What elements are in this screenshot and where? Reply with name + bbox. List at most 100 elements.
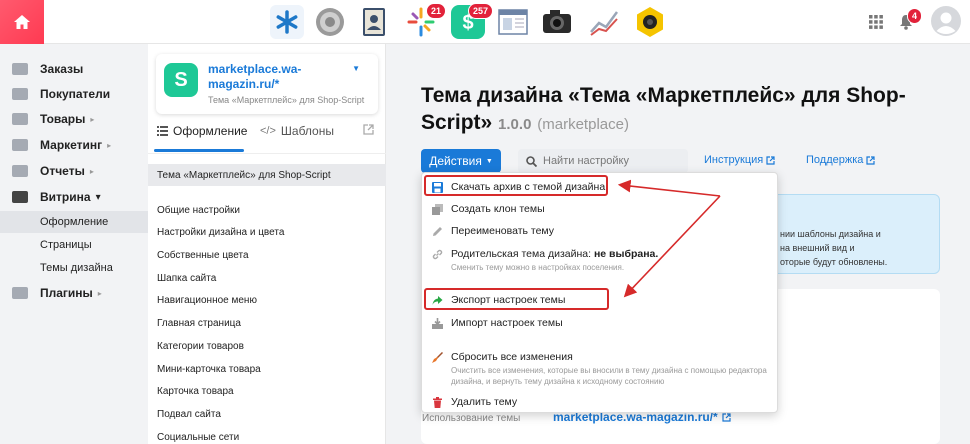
menu-item-label: Скачать архив с темой дизайна: [451, 181, 606, 193]
tab-label: Оформление: [173, 124, 248, 138]
menu-item-delete-theme[interactable]: Удалить тему: [422, 391, 779, 413]
orders-icon: [12, 63, 28, 75]
nav-item-plugins[interactable]: Плагины ▸: [0, 282, 148, 304]
settings-list-item[interactable]: Социальные сети: [157, 432, 239, 443]
sparkle-app-icon[interactable]: 21: [404, 3, 446, 39]
external-link-icon: [722, 412, 731, 422]
settings-list-item[interactable]: Настройки дизайна и цвета: [157, 227, 284, 238]
parent-value: не выбрана.: [593, 248, 659, 260]
app-badge: 21: [425, 3, 446, 19]
settings-sidebar: S marketplace.wa-magazin.ru/* Тема «Марк…: [148, 44, 386, 444]
tab-design[interactable]: Оформление: [157, 124, 247, 138]
site-name: marketplace.wa-magazin.ru/*: [208, 62, 302, 91]
nav-item-label: Заказы: [40, 62, 84, 76]
menu-item-label: Импорт настроек темы: [451, 317, 563, 329]
gear-app-icon[interactable]: [313, 5, 347, 39]
save-icon: [432, 181, 443, 193]
nav-item-customers[interactable]: Покупатели: [0, 83, 148, 105]
shop-app-icon[interactable]: $ 257: [451, 3, 493, 39]
tab-label: Шаблоны: [280, 124, 334, 138]
search-placeholder: Найти настройку: [543, 155, 629, 167]
settings-list-item[interactable]: Мини-карточка товара: [157, 364, 261, 375]
menu-item-label: Удалить тему: [451, 396, 518, 408]
info-line: нии шаблоны дизайна и: [780, 229, 881, 239]
settings-search-input[interactable]: Найти настройку: [518, 149, 688, 173]
share-arrow-icon: [432, 295, 443, 306]
nav-item-storefront[interactable]: Витрина ▾: [0, 186, 148, 208]
external-link-icon[interactable]: [363, 124, 374, 135]
chart-app-icon[interactable]: [587, 5, 621, 39]
theme-usage-label: Использование темы: [422, 413, 521, 424]
code-icon: </>: [260, 125, 276, 137]
contacts-app-icon[interactable]: [357, 5, 391, 39]
support-link[interactable]: Поддержка: [806, 154, 875, 166]
menu-item-label: Экспорт настроек темы: [451, 294, 566, 306]
nav-item-label: Витрина: [40, 190, 91, 204]
nav-item-label: Покупатели: [40, 87, 111, 101]
settings-list-item[interactable]: Карточка товара: [157, 386, 234, 397]
subnav-item-design[interactable]: Оформление: [0, 211, 148, 233]
caret-right-icon: ▸: [97, 288, 102, 298]
notifications-bell-icon[interactable]: 4: [899, 8, 922, 35]
copy-icon: [432, 203, 443, 215]
caret-down-icon: ▾: [95, 191, 101, 203]
broom-icon: [432, 351, 443, 363]
asterisk-app-icon[interactable]: [270, 5, 304, 39]
webcam-app-icon[interactable]: [633, 5, 667, 39]
settings-list-item[interactable]: Шапка сайта: [157, 273, 216, 284]
settings-list-item[interactable]: Навигационное меню: [157, 295, 257, 306]
settings-list-item[interactable]: Общие настройки: [157, 205, 240, 216]
camera-app-icon[interactable]: [540, 5, 574, 39]
settings-list-item[interactable]: Подвал сайта: [157, 409, 221, 420]
settings-list-item[interactable]: Главная страница: [157, 318, 241, 329]
apps-grid-icon[interactable]: [869, 15, 883, 34]
site-logo: S: [164, 63, 198, 97]
info-line: на внешний вид и: [780, 243, 855, 253]
nav-item-label: Отчеты: [40, 164, 85, 178]
site-selector[interactable]: S marketplace.wa-magazin.ru/* Тема «Марк…: [156, 54, 378, 114]
subnav-item-pages[interactable]: Страницы: [0, 234, 148, 256]
products-icon: [12, 113, 28, 125]
nav-item-marketing[interactable]: Маркетинг ▸: [0, 134, 148, 156]
instruction-link[interactable]: Инструкция: [704, 154, 775, 166]
tab-templates[interactable]: </> Шаблоны: [260, 124, 334, 138]
menu-item-download-archive[interactable]: Скачать архив с темой дизайна: [422, 176, 779, 198]
nav-item-label: Плагины: [40, 286, 93, 300]
selected-theme-item[interactable]: Тема «Маркетплейс» для Shop-Script: [148, 164, 386, 186]
subnav-label: Страницы: [40, 239, 92, 251]
subnav-item-themes[interactable]: Темы дизайна: [0, 257, 148, 279]
settings-list-item[interactable]: Категории товаров: [157, 341, 244, 352]
menu-item-label: Создать клон темы: [451, 203, 545, 215]
avatar[interactable]: [931, 6, 961, 41]
actions-label: Действия: [429, 154, 482, 168]
actions-dropdown-button[interactable]: Действия ▼: [421, 149, 501, 173]
theme-id: (marketplace): [537, 116, 629, 133]
marketing-icon: [12, 139, 28, 151]
page-title: Тема дизайна «Тема «Маркетплейс» для Sho…: [421, 82, 941, 138]
home-button[interactable]: [0, 0, 44, 44]
storefront-icon: [12, 191, 28, 203]
nav-item-products[interactable]: Товары ▸: [0, 108, 148, 130]
menu-item-rename-theme[interactable]: Переименовать тему: [422, 220, 779, 242]
settings-list-item[interactable]: Собственные цвета: [157, 250, 249, 261]
subnav-label: Оформление: [40, 216, 109, 228]
site-theme-subtitle: Тема «Маркетплейс» для Shop-Script: [208, 95, 365, 105]
menu-item-import-settings[interactable]: Импорт настроек темы: [422, 312, 779, 334]
nav-item-reports[interactable]: Отчеты ▸: [0, 160, 148, 182]
menu-item-export-settings[interactable]: Экспорт настроек темы: [422, 289, 779, 311]
info-notice: нии шаблоны дизайна и на внешний вид и о…: [767, 194, 940, 274]
menu-item-clone-theme[interactable]: Создать клон темы: [422, 198, 779, 220]
parent-theme-note: Сменить тему можно в настройках поселени…: [451, 263, 625, 272]
support-label: Поддержка: [806, 154, 864, 166]
customers-icon: [12, 88, 28, 100]
app-badge: 257: [467, 3, 493, 19]
actions-dropdown-menu: Скачать архив с темой дизайна Создать кл…: [421, 172, 778, 413]
nav-item-orders[interactable]: Заказы: [0, 58, 148, 80]
caret-right-icon: ▸: [107, 140, 112, 150]
nav-item-label: Маркетинг: [40, 138, 103, 152]
info-line: оторые будут обновлены.: [780, 257, 888, 267]
site-app-icon[interactable]: [496, 5, 530, 39]
plugins-icon: [12, 287, 28, 299]
chevron-down-icon: ▼: [485, 157, 493, 165]
reports-icon: [12, 165, 28, 177]
